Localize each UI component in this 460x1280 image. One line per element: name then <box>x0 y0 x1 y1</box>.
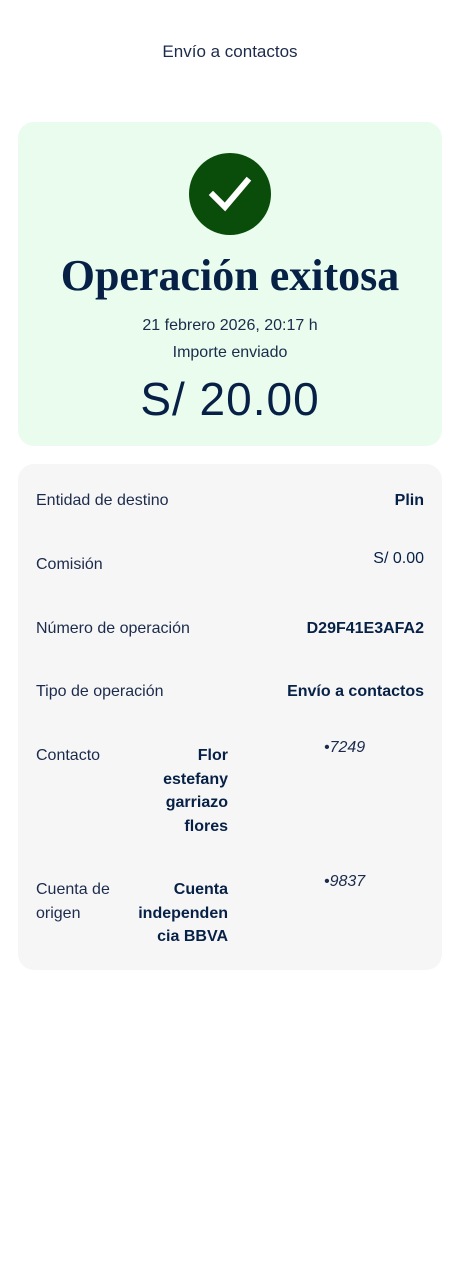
success-title: Operación exitosa <box>60 251 400 300</box>
contact-name: Flor estefany garriazo flores <box>108 744 228 838</box>
check-icon <box>189 153 271 235</box>
contact-name-line: Flor <box>197 747 228 764</box>
amount-value: S/ 20.00 <box>140 373 320 425</box>
amount-label: Importe enviado <box>172 344 288 361</box>
contact-name-line: garriazo <box>165 794 228 811</box>
destination-label: Entidad de destino <box>36 492 169 509</box>
commission-value: S/ 0.00 <box>373 550 424 567</box>
operation-number-label: Número de operación <box>36 620 190 637</box>
origin-account-name-line: cia BBVA <box>157 928 228 945</box>
operation-type-label: Tipo de operación <box>36 683 164 700</box>
operation-number-value: D29F41E3AFA2 <box>306 620 424 637</box>
success-card: Operación exitosa 21 febrero 2026, 20:17… <box>18 122 442 446</box>
operation-date: 21 febrero 2026, 20:17 h <box>142 317 318 334</box>
contact-name-line: flores <box>184 817 228 835</box>
page-title: Envío a contactos <box>162 42 298 61</box>
origin-account-name-line: Cuenta <box>173 881 228 898</box>
details-card: Entidad de destino Plin Comisión S/ 0.00… <box>18 464 442 970</box>
destination-value: Plin <box>394 492 424 509</box>
contact-name-line: estefany <box>163 770 228 788</box>
contact-phone-masked: •7249 <box>324 739 366 756</box>
operation-type-value: Envío a contactos <box>287 683 424 700</box>
origin-account-masked: •9837 <box>324 873 366 890</box>
commission-label: Comisión <box>36 556 103 573</box>
origin-account-name: Cuenta independen cia BBVA <box>108 878 228 949</box>
origin-account-name-line: independen <box>138 904 228 922</box>
